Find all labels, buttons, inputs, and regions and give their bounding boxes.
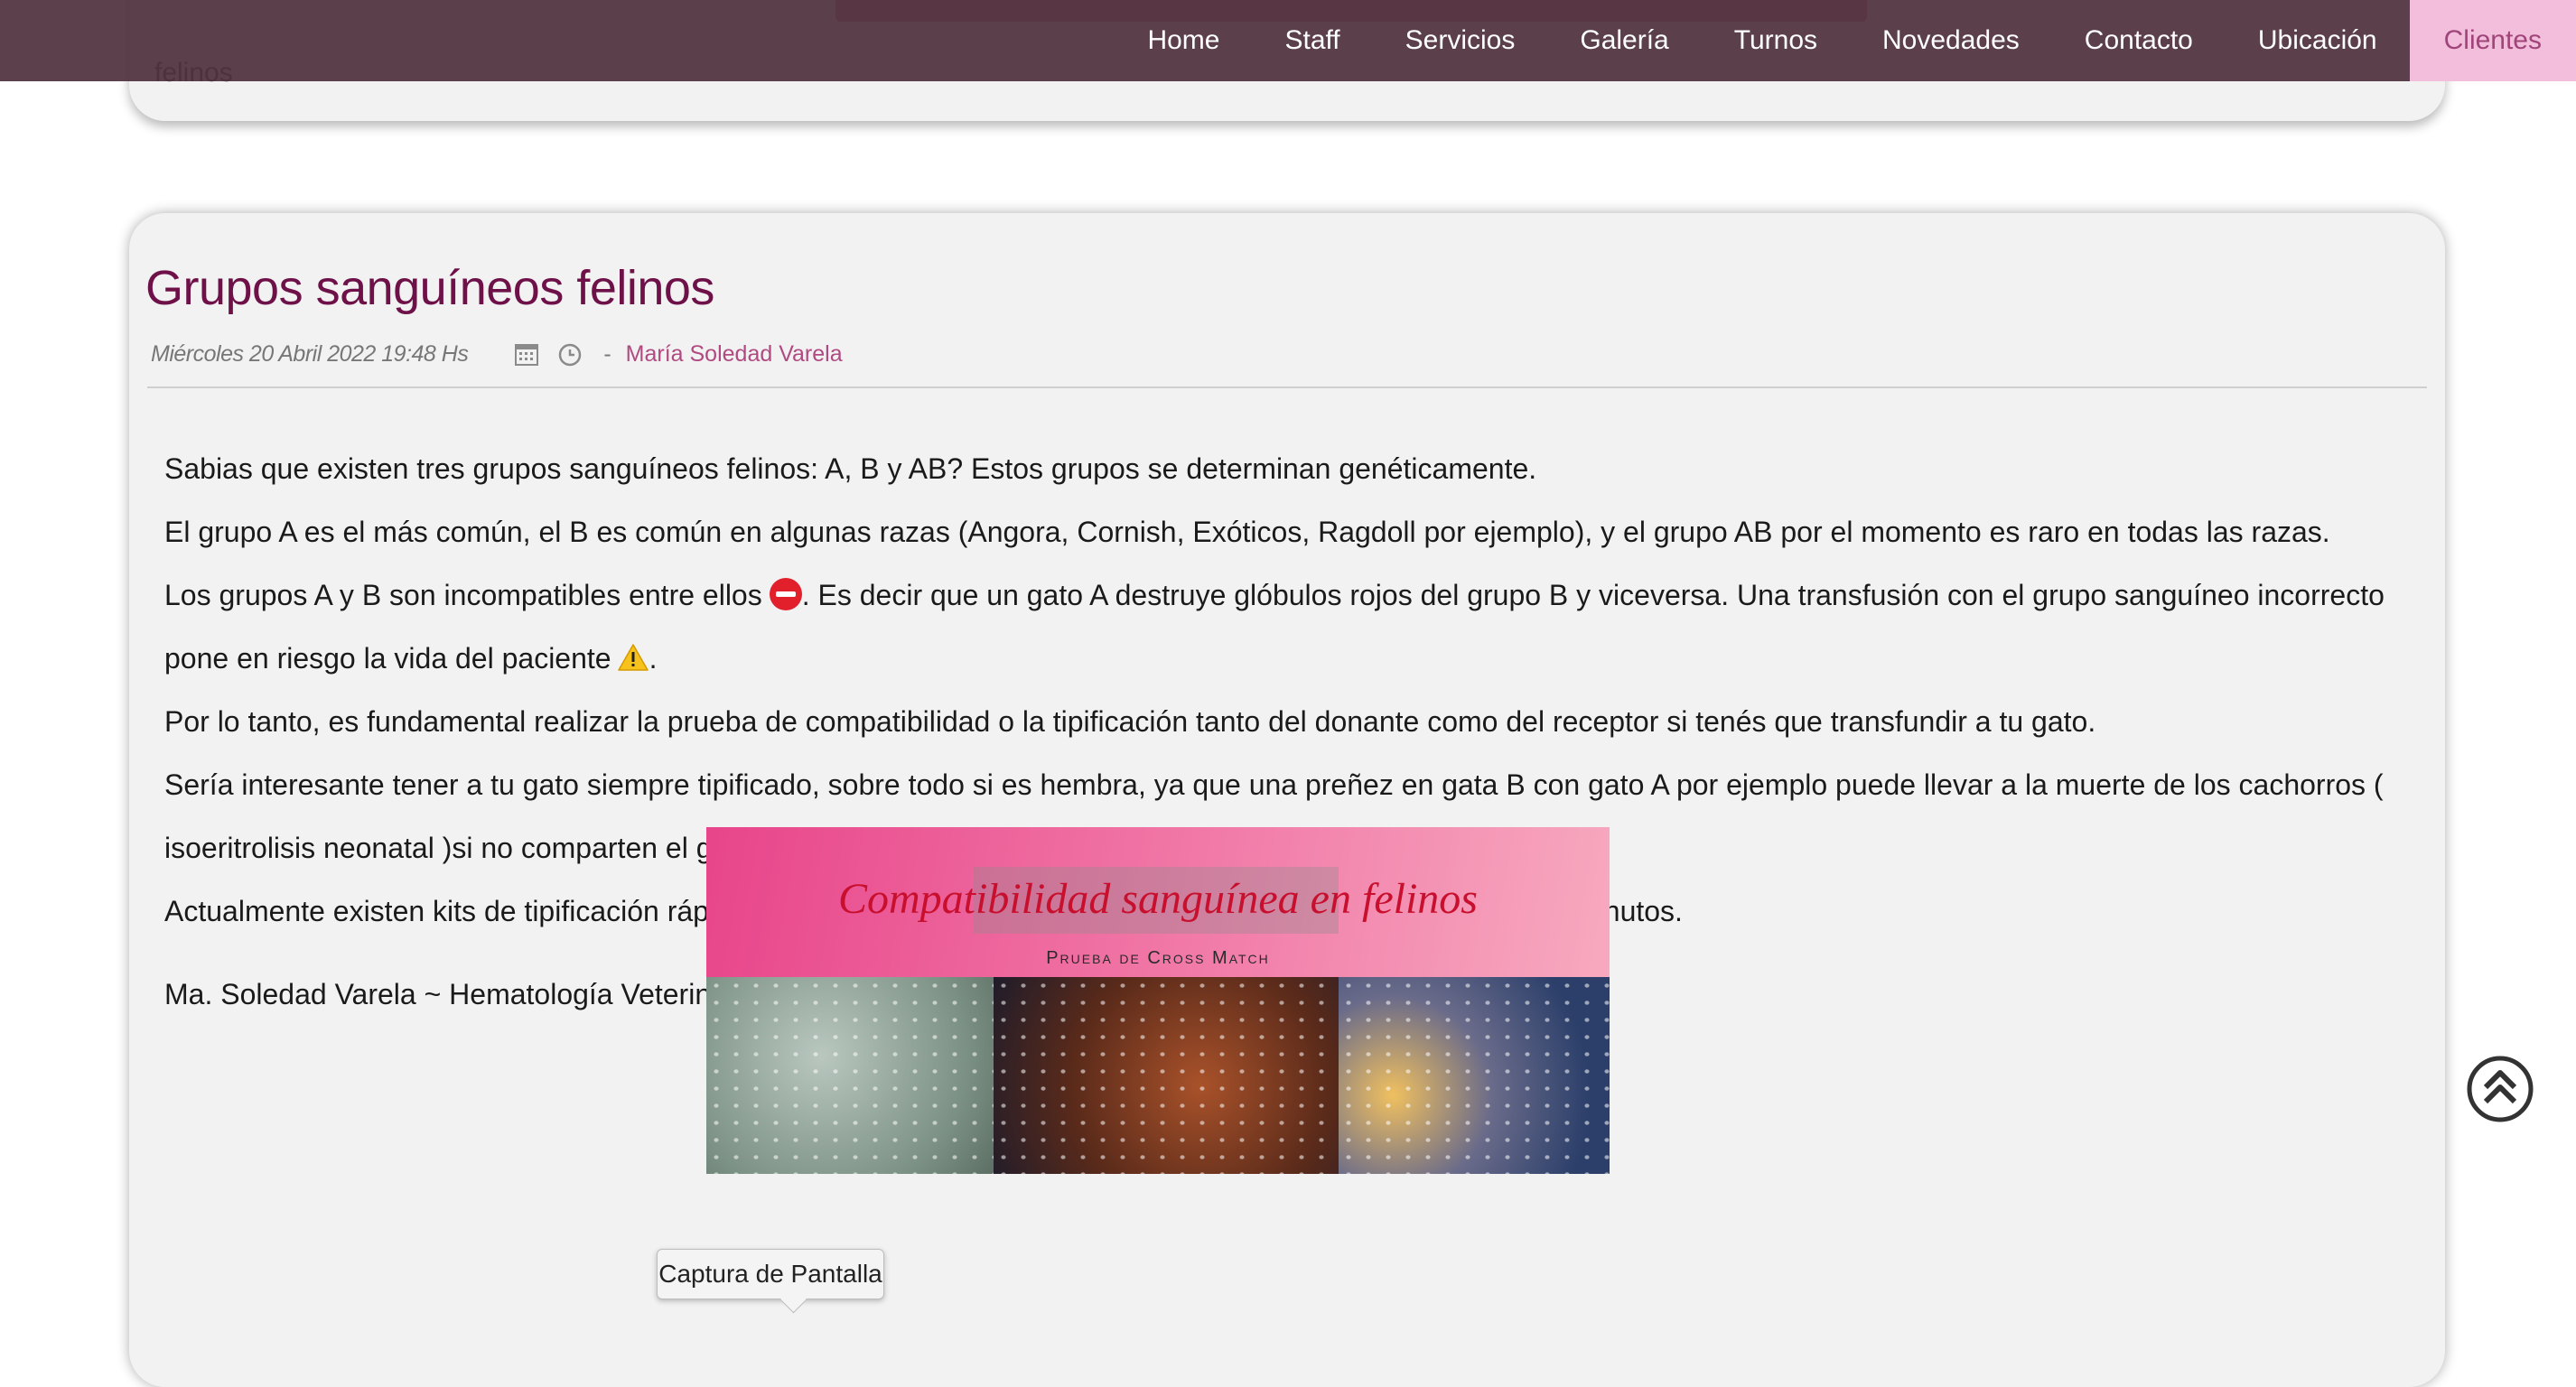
post-author-link[interactable]: María Soledad Varela	[626, 341, 843, 368]
clock-icon	[556, 340, 583, 368]
nav-servicios[interactable]: Servicios	[1373, 0, 1548, 81]
stop-emoji-icon	[769, 578, 802, 610]
nav-home[interactable]: Home	[1115, 0, 1252, 81]
post-paragraph-3-part-1: Los grupos A y B son incompatibles entre…	[164, 579, 762, 611]
post-paragraph-3-part-3: .	[649, 642, 658, 675]
nav-ubicacion[interactable]: Ubicación	[2226, 0, 2410, 81]
calendar-icon	[513, 340, 540, 368]
nav-clientes[interactable]: Clientes	[2409, 0, 2576, 81]
scroll-top-icon[interactable]	[2466, 1055, 2534, 1123]
image-panel-left	[706, 977, 994, 1174]
warning-emoji-icon	[617, 630, 649, 694]
top-navbar: Home Staff Servicios Galería Turnos Nove…	[0, 0, 2576, 81]
nav-staff[interactable]: Staff	[1252, 0, 1372, 81]
image-subtitle: Prueba de Cross Match	[1046, 948, 1270, 968]
post-image[interactable]: Compatibilidad sanguínea en felinos Prue…	[706, 827, 1610, 1174]
post-title[interactable]: Grupos sanguíneos felinos	[145, 260, 714, 316]
image-panel-right	[1339, 977, 1610, 1174]
image-title: Compatibilidad sanguínea en felinos	[838, 875, 1478, 923]
screenshot-tooltip: Captura de Pantalla	[657, 1249, 884, 1299]
post-card: Grupos sanguíneos felinos Miércoles 20 A…	[129, 213, 2445, 1387]
image-panel-middle	[994, 977, 1339, 1174]
nav-turnos[interactable]: Turnos	[1702, 0, 1850, 81]
post-paragraph-4: Por lo tanto, es fundamental realizar la…	[164, 705, 2096, 738]
post-date: Miércoles 20 Abril 2022 19:48 Hs	[151, 340, 469, 367]
title-divider	[147, 386, 2427, 388]
nav-novedades[interactable]: Novedades	[1850, 0, 2052, 81]
nav-galeria[interactable]: Galería	[1547, 0, 1701, 81]
nav-contacto[interactable]: Contacto	[2052, 0, 2226, 81]
post-meta: Miércoles 20 Abril 2022 19:48 Hs - María…	[151, 338, 843, 370]
meta-separator: -	[603, 340, 611, 367]
post-paragraph-3: Los grupos A y B son incompatibles entre…	[164, 563, 2422, 694]
post-paragraph-1: Sabias que existen tres grupos sanguíneo…	[164, 452, 1537, 485]
post-paragraph-2: El grupo A es el más común, el B es comú…	[164, 516, 2330, 548]
